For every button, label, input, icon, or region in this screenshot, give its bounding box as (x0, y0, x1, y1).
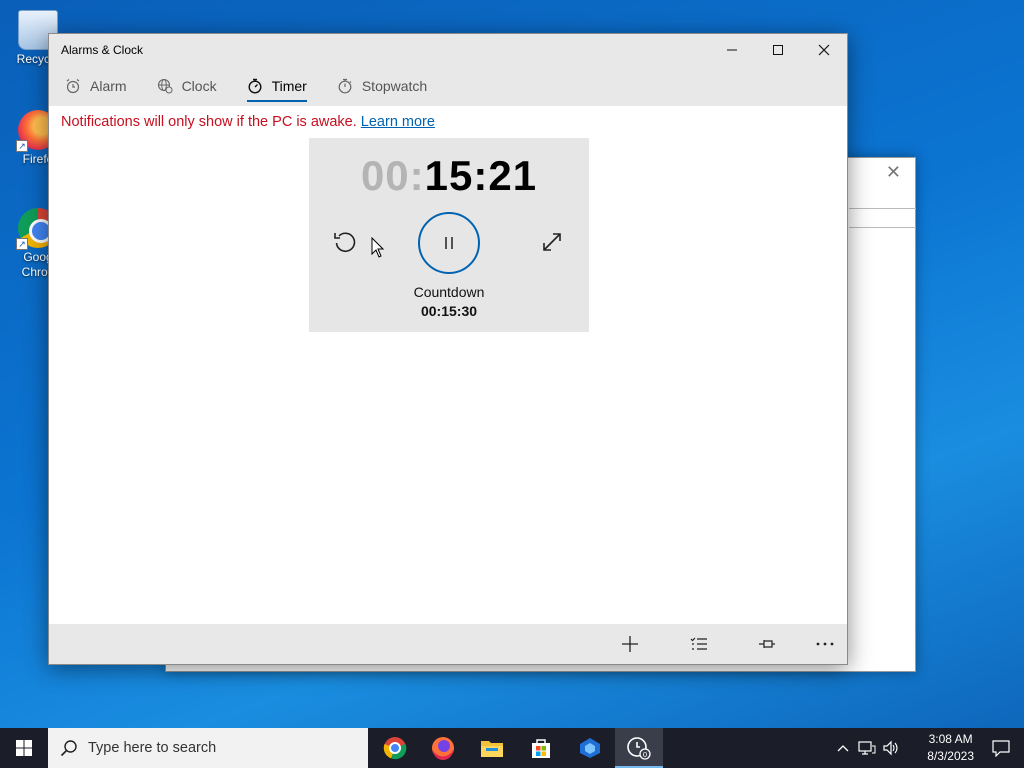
chrome-icon (383, 737, 407, 760)
timer-icon (248, 78, 262, 94)
tab-bar: Alarm Clock Timer Stopwatch (49, 66, 847, 106)
taskbar-search-box[interactable]: Type here to search (48, 728, 368, 768)
network-icon[interactable] (858, 740, 876, 756)
maximize-button[interactable] (755, 34, 801, 66)
volume-icon[interactable] (882, 740, 900, 756)
tab-stopwatch[interactable]: Stopwatch (337, 66, 427, 106)
clock-time: 3:08 AM (928, 732, 973, 746)
window-title: Alarms & Clock (61, 43, 144, 57)
svg-text:0: 0 (643, 751, 647, 759)
taskbar-microsoft-store[interactable] (517, 728, 565, 768)
search-placeholder: Type here to search (88, 740, 217, 756)
system-tray (836, 728, 900, 768)
taskbar-chrome[interactable] (371, 728, 419, 768)
background-window-bar (849, 208, 916, 228)
pause-icon (445, 237, 453, 249)
reset-icon[interactable] (331, 228, 359, 256)
action-center-button[interactable] (978, 728, 1024, 768)
timer-total: 00:15:30 (420, 303, 478, 319)
windows-logo-icon (16, 740, 32, 756)
notification-warning: Notifications will only show if the PC i… (61, 114, 435, 130)
taskbar: Type here to search 0 3:08 AM 8/3/2023 (0, 728, 1024, 768)
learn-more-link[interactable]: Learn more (361, 114, 435, 130)
pause-button[interactable] (418, 212, 480, 274)
stopwatch-icon (338, 78, 352, 94)
timer-remaining: 15:21 (424, 152, 538, 199)
search-icon (60, 740, 77, 757)
select-list-icon (690, 637, 707, 650)
close-icon (818, 44, 830, 56)
more-options-button[interactable] (811, 632, 839, 656)
timer-hours: 00: (360, 152, 425, 199)
more-icon (816, 642, 834, 646)
notification-text: Notifications will only show if the PC i… (61, 114, 357, 130)
alarms-clock-window: Alarms & Clock Alarm Clock Timer Stopwat… (48, 33, 848, 665)
title-bar[interactable]: Alarms & Clock (49, 34, 847, 66)
taskbar-firefox[interactable] (419, 728, 467, 768)
close-button[interactable] (801, 34, 847, 66)
taskbar-app[interactable] (566, 728, 614, 768)
tab-label: Stopwatch (361, 78, 428, 94)
tab-label: Timer (271, 78, 307, 94)
show-hidden-icons-chevron-icon[interactable] (836, 743, 850, 753)
tab-alarm[interactable]: Alarm (65, 66, 127, 106)
expand-icon[interactable] (540, 230, 564, 254)
alarms-clock-icon: 0 (627, 737, 651, 760)
edit-timers-button[interactable] (685, 632, 713, 656)
taskbar-clock[interactable]: 3:08 AM 8/3/2023 (927, 731, 974, 765)
minimize-button[interactable] (709, 34, 755, 66)
maximize-icon (773, 45, 783, 55)
file-explorer-icon (481, 741, 503, 757)
tab-timer[interactable]: Timer (246, 66, 308, 106)
tab-clock[interactable]: Clock (157, 66, 217, 106)
timer-card[interactable]: 00:15:21 Countdown 00:15:30 (309, 138, 589, 332)
command-bar (49, 624, 847, 664)
shortcut-arrow-icon: ↗ (16, 140, 28, 152)
pin-icon (759, 640, 775, 648)
timer-display: 00:15:21 (309, 152, 589, 200)
mouse-cursor-icon (371, 237, 385, 258)
microsoft-store-icon (532, 739, 550, 758)
taskbar-alarms-clock[interactable]: 0 (615, 728, 663, 768)
firefox-icon (432, 737, 454, 760)
taskbar-file-explorer[interactable] (468, 728, 516, 768)
timer-name: Countdown (413, 284, 485, 300)
notification-icon (992, 740, 1010, 757)
add-icon (622, 636, 638, 652)
alarm-icon (66, 79, 80, 94)
start-button[interactable] (0, 728, 48, 768)
app-icon (580, 738, 600, 758)
minimize-icon (727, 49, 737, 51)
pin-button[interactable] (753, 632, 781, 656)
shortcut-arrow-icon: ↗ (16, 238, 28, 250)
add-timer-button[interactable] (616, 632, 644, 656)
close-icon[interactable]: ✕ (886, 162, 901, 183)
tab-label: Alarm (90, 78, 127, 94)
clock-date: 8/3/2023 (927, 749, 974, 763)
globe-clock-icon (157, 78, 173, 94)
tab-label: Clock (181, 78, 217, 94)
